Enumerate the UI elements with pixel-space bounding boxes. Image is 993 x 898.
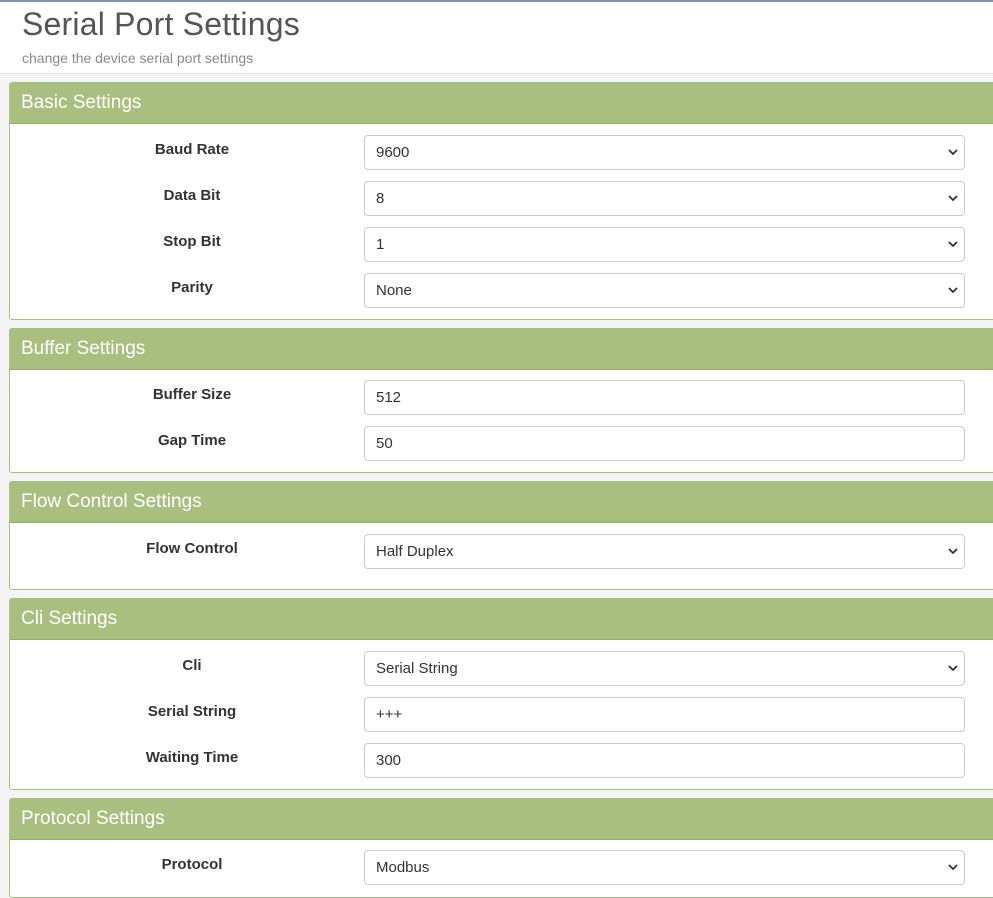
chevron-down-icon [948,864,958,871]
basic-settings-title: Basic Settings [10,83,993,124]
page-subtitle: change the device serial port settings [22,50,254,66]
buffer-size-label: Buffer Size [152,386,232,403]
protocol-value: Modbus [376,859,430,876]
cli-settings-panel: Cli Settings Cli Serial String Serial St… [9,598,993,790]
chevron-down-icon [948,287,958,294]
baud-rate-label: Baud Rate [154,141,230,158]
stop-bit-row: Stop Bit 1 [10,227,993,263]
serial-string-input[interactable]: +++ [364,697,965,732]
flow-control-value: Half Duplex [376,543,454,560]
buffer-settings-title: Buffer Settings [10,329,993,370]
cli-select[interactable]: Serial String [364,651,965,686]
baud-rate-row: Baud Rate 9600 [10,135,993,171]
flow-control-row: Flow Control Half Duplex [10,534,993,570]
flow-control-settings-panel: Flow Control Settings Flow Control Half … [9,481,993,590]
chevron-down-icon [948,548,958,555]
cli-row: Cli Serial String [10,651,993,687]
waiting-time-label: Waiting Time [145,749,239,766]
protocol-settings-panel: Protocol Settings Protocol Modbus [9,798,993,898]
buffer-size-input[interactable]: 512 [364,380,965,415]
buffer-size-value: 512 [376,389,402,406]
buffer-size-row: Buffer Size 512 [10,380,993,416]
serial-string-row: Serial String +++ [10,697,993,733]
serial-string-label: Serial String [147,703,237,720]
cli-settings-title: Cli Settings [10,599,993,640]
stop-bit-label: Stop Bit [163,233,221,250]
data-bit-row: Data Bit 8 [10,181,993,217]
gap-time-input[interactable]: 50 [364,426,965,461]
data-bit-value: 8 [376,190,385,207]
flow-control-label: Flow Control [146,540,238,557]
data-bit-label: Data Bit [163,187,221,204]
gap-time-label: Gap Time [157,432,227,449]
baud-rate-value: 9600 [376,144,410,161]
waiting-time-input[interactable]: 300 [364,743,965,778]
data-bit-select[interactable]: 8 [364,181,965,216]
flow-control-settings-title: Flow Control Settings [10,482,993,523]
parity-select[interactable]: None [364,273,965,308]
protocol-label: Protocol [161,856,223,873]
protocol-row: Protocol Modbus [10,850,993,886]
chevron-down-icon [948,195,958,202]
basic-settings-panel: Basic Settings Baud Rate 9600 Data Bit 8… [9,82,993,320]
page-header: Serial Port Settings change the device s… [0,2,993,74]
gap-time-value: 50 [376,435,393,452]
cli-label: Cli [182,657,202,674]
waiting-time-value: 300 [376,752,402,769]
chevron-down-icon [948,149,958,156]
parity-label: Parity [171,279,213,296]
stop-bit-value: 1 [376,236,385,253]
cli-value: Serial String [376,660,458,677]
protocol-select[interactable]: Modbus [364,850,965,885]
parity-row: Parity None [10,273,993,309]
serial-string-value: +++ [376,706,403,723]
parity-value: None [376,282,412,299]
protocol-settings-title: Protocol Settings [10,799,993,840]
gap-time-row: Gap Time 50 [10,426,993,462]
flow-control-select[interactable]: Half Duplex [364,534,965,569]
chevron-down-icon [948,241,958,248]
waiting-time-row: Waiting Time 300 [10,743,993,779]
buffer-settings-panel: Buffer Settings Buffer Size 512 Gap Time… [9,328,993,473]
page-title: Serial Port Settings [22,6,300,42]
chevron-down-icon [948,665,958,672]
baud-rate-select[interactable]: 9600 [364,135,965,170]
stop-bit-select[interactable]: 1 [364,227,965,262]
